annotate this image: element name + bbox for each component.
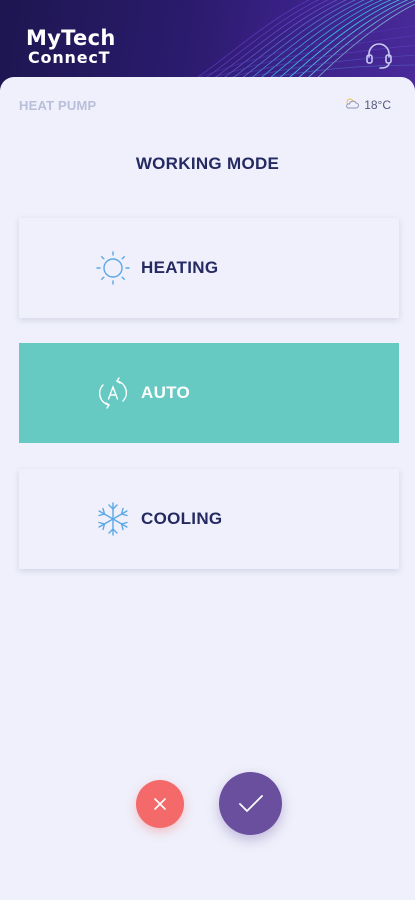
cloud-sun-icon [344,97,360,112]
mode-label: HEATING [141,258,219,277]
check-icon [219,794,282,814]
weather-indicator: 18°C [344,97,391,112]
mode-label: COOLING [141,509,223,528]
mode-option-cooling[interactable]: COOLING [19,469,399,569]
confirm-button[interactable] [219,772,282,835]
sun-icon [95,250,131,286]
app-logo: MyTech ConnecT [26,28,116,68]
headset-icon[interactable] [364,40,394,70]
mode-label: AUTO [141,383,191,402]
logo-line-1: MyTech [26,26,116,50]
close-icon [136,796,184,812]
outdoor-temperature: 18°C [364,97,391,112]
mode-option-auto[interactable]: AUTO [19,343,399,443]
logo-line-2: ConnecT [28,48,111,67]
page-title: WORKING MODE [135,154,280,173]
mode-option-heating[interactable]: HEATING [19,218,399,318]
snowflake-icon [95,501,131,537]
device-name: HEAT PUMP [19,98,97,113]
cancel-button[interactable] [136,780,184,828]
auto-mode-icon [95,375,131,411]
